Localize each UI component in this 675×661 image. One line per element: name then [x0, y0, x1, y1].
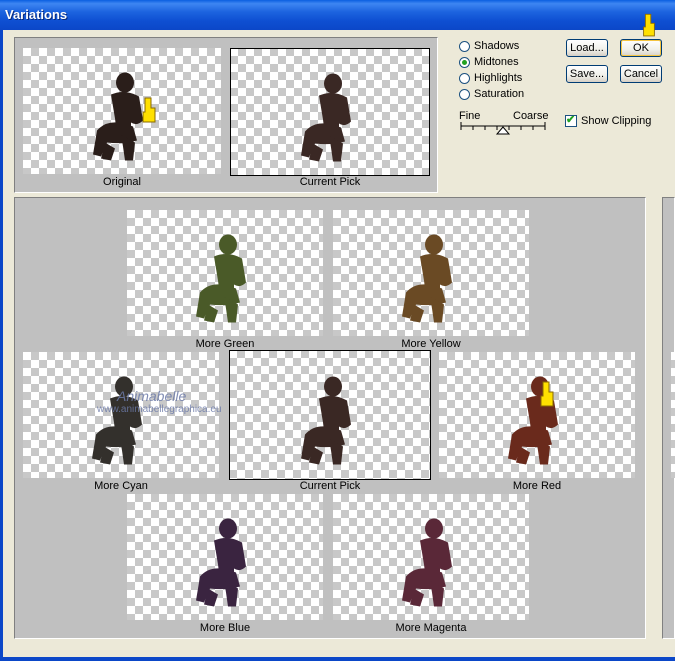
midtones-radio[interactable]: Midtones [459, 55, 519, 69]
more-magenta-caption: More Magenta [395, 622, 467, 634]
current-pick-preview [230, 48, 430, 176]
window-frame-bottom [0, 657, 675, 661]
figure-image [190, 517, 260, 609]
load-button[interactable]: Load... [566, 39, 608, 57]
slider-thumb[interactable] [495, 126, 511, 135]
fine-coarse-slider[interactable] [459, 122, 549, 136]
ok-button[interactable]: OK [620, 39, 662, 57]
window-frame-left [0, 30, 3, 661]
radio-circle[interactable] [459, 56, 470, 68]
brightness-panel [662, 197, 675, 639]
figure-image [295, 375, 365, 467]
midtones-label: Midtones [474, 56, 519, 68]
current-pick-thumb[interactable] [229, 350, 431, 480]
more-yellow-caption: More Yellow [401, 338, 461, 350]
original-caption: Original [103, 176, 141, 188]
coarse-label: Coarse [513, 110, 549, 122]
more-green-caption: More Green [195, 338, 255, 350]
more-green-thumb[interactable] [127, 210, 323, 336]
highlights-radio[interactable]: Highlights [459, 71, 522, 85]
highlights-label: Highlights [474, 72, 523, 84]
more-yellow-thumb[interactable] [333, 210, 529, 336]
show-clipping-checkbox[interactable]: ✔ Show Clipping [565, 114, 652, 127]
variations-panel: More Green More Yellow Animabelle www.an… [14, 197, 646, 639]
current-pick-center-caption: Current Pick [299, 480, 361, 492]
brightness-thumb[interactable] [671, 352, 675, 478]
window-titlebar[interactable]: Variations [0, 0, 675, 30]
watermark-line1: Animabelle [117, 388, 187, 404]
show-clipping-label: Show Clipping [581, 115, 652, 127]
radio-circle[interactable] [459, 88, 470, 100]
fine-label: Fine [459, 110, 481, 122]
figure-image [295, 72, 365, 164]
saturation-label: Saturation [474, 88, 525, 100]
watermark: Animabelle www.animabellegraphica.eu [97, 388, 222, 415]
more-cyan-thumb[interactable]: Animabelle www.animabellegraphica.eu [23, 352, 222, 478]
watermark-line2: www.animabellegraphica.eu [97, 404, 222, 415]
save-button[interactable]: Save... [566, 65, 608, 83]
current-pick-caption: Current Pick [299, 176, 361, 188]
figure-image [396, 233, 466, 325]
check-icon: ✔ [566, 114, 576, 126]
radio-circle[interactable] [459, 72, 470, 84]
radio-circle[interactable] [459, 40, 470, 52]
more-magenta-thumb[interactable] [333, 494, 529, 620]
preview-panel: Original Current Pick [14, 37, 438, 193]
more-blue-caption: More Blue [199, 622, 251, 634]
saturation-radio[interactable]: Saturation [459, 87, 524, 101]
checkbox-box[interactable]: ✔ [565, 114, 577, 127]
original-preview [23, 48, 221, 174]
cancel-button[interactable]: Cancel [620, 65, 662, 83]
shadows-radio[interactable]: Shadows [459, 39, 519, 53]
figure-image [190, 233, 260, 325]
more-blue-thumb[interactable] [127, 494, 323, 620]
pointing-hand-icon [142, 97, 156, 123]
shadows-label: Shadows [474, 40, 520, 52]
more-cyan-caption: More Cyan [94, 480, 148, 492]
more-red-caption: More Red [512, 480, 562, 492]
window-title: Variations [5, 7, 68, 22]
more-red-thumb[interactable] [439, 352, 635, 478]
figure-image [396, 517, 466, 609]
pointing-hand-icon [540, 381, 554, 407]
pointing-hand-icon [643, 13, 655, 37]
